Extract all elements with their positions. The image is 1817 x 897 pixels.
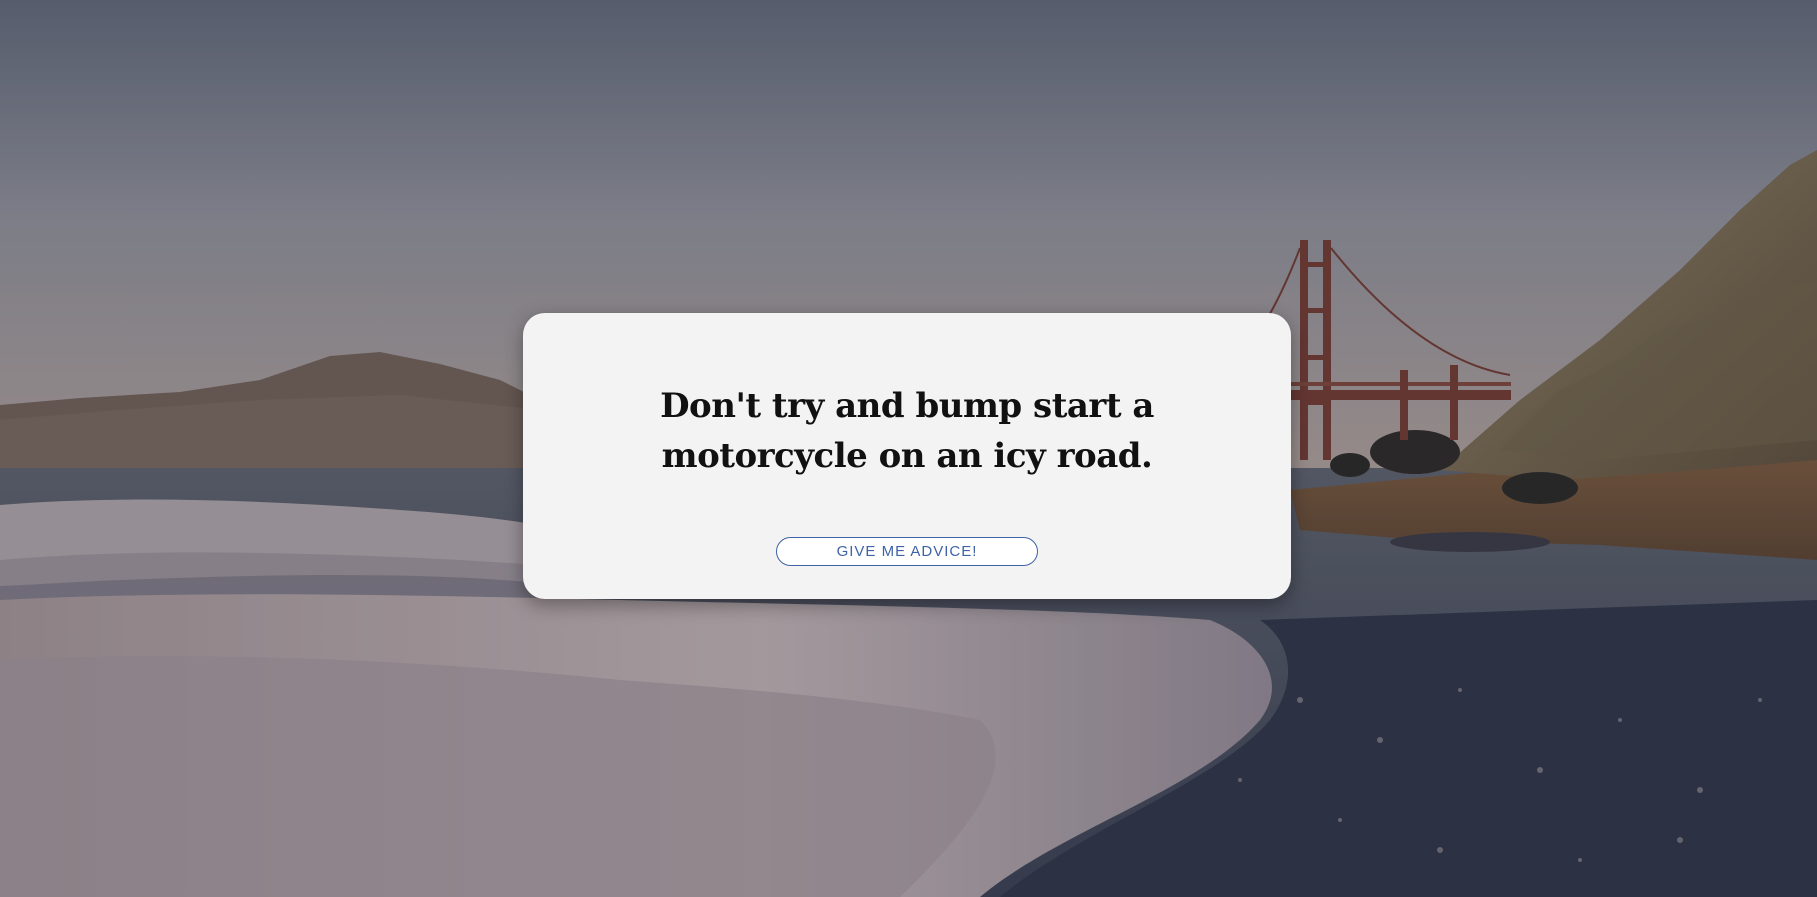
advice-text: Don't try and bump start a motorcycle on… [660,386,1154,476]
give-advice-button[interactable]: GIVE ME ADVICE! [776,537,1038,566]
advice-card: Don't try and bump start a motorcycle on… [523,313,1291,599]
